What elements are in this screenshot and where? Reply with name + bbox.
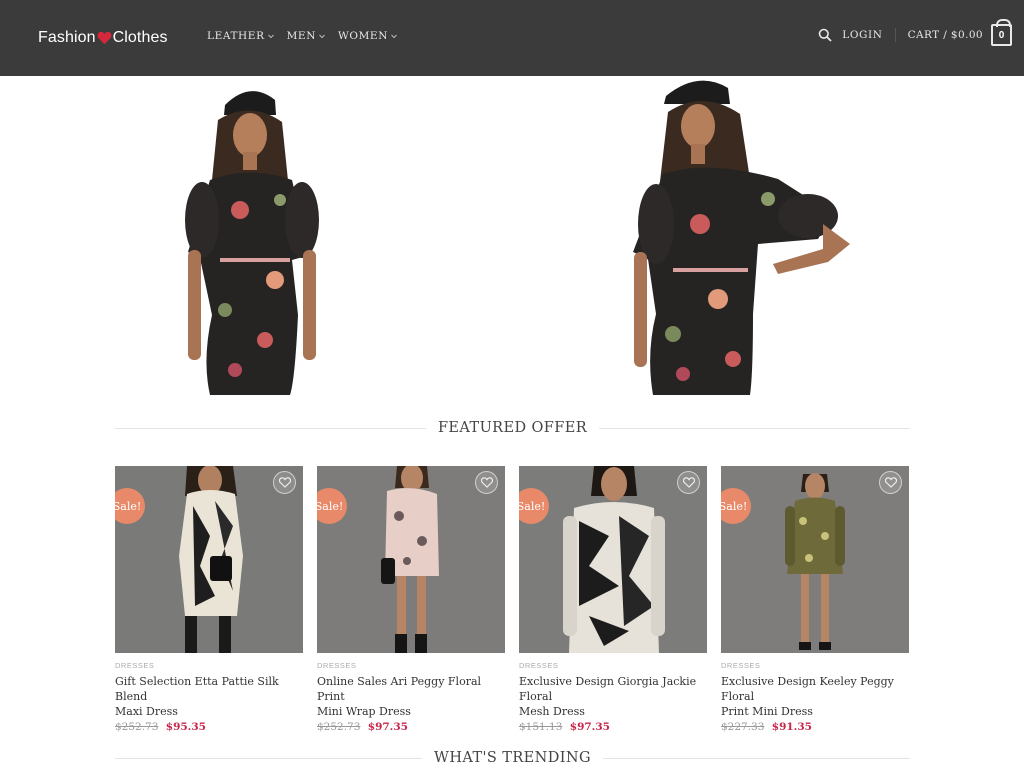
chevron-down-icon [391, 34, 397, 39]
product-name[interactable]: Online Sales Ari Peggy Floral Print Mini… [317, 674, 505, 719]
wishlist-button[interactable] [475, 471, 498, 494]
product-name-line: Maxi Dress [115, 705, 178, 718]
hero-image-left [180, 80, 330, 395]
product-photo [317, 466, 505, 653]
header-divider [894, 28, 896, 42]
search-icon[interactable] [818, 28, 832, 42]
login-link[interactable]: LOGIN [842, 29, 882, 41]
nav-label: MEN [286, 30, 316, 42]
wishlist-heart-icon [480, 477, 493, 488]
nav-item-women[interactable]: WOMEN [338, 30, 398, 42]
old-price: $227.33 [721, 721, 765, 733]
cart-count: 0 [998, 29, 1005, 41]
sale-price: $91.35 [771, 721, 812, 733]
product-name-line: Print Mini Dress [721, 705, 813, 718]
product-name-line: Mini Wrap Dress [317, 705, 411, 718]
product-card[interactable]: Sale! DRESSES Exclusive Design Giorgia J… [519, 466, 707, 733]
product-name-line: Mesh Dress [519, 705, 585, 718]
title-line [115, 427, 426, 429]
wishlist-heart-icon [278, 477, 291, 488]
old-price: $252.73 [115, 721, 159, 733]
site-header: Fashion Clothes LEATHER MEN WOMEN LOGIN … [0, 0, 1024, 76]
product-name-line: Exclusive Design Giorgia Jackie Floral [519, 675, 697, 703]
product-category[interactable]: DRESSES [721, 661, 909, 670]
product-price: $252.73 $97.35 [317, 721, 505, 733]
nav-label: LEATHER [207, 30, 265, 42]
chevron-down-icon [319, 34, 325, 39]
product-image[interactable]: Sale! [317, 466, 505, 653]
header-right: LOGIN CART / $0.00 0 [818, 19, 1012, 46]
logo-text-right: Clothes [112, 29, 168, 46]
cart-icon[interactable]: 0 [991, 19, 1012, 46]
product-photo [519, 466, 707, 653]
product-category[interactable]: DRESSES [519, 661, 707, 670]
product-image[interactable]: Sale! [519, 466, 707, 653]
wishlist-heart-icon [682, 477, 695, 488]
title-line [599, 427, 911, 429]
hero-image-right [628, 74, 853, 395]
product-image[interactable]: Sale! [115, 466, 303, 653]
product-price: $151.13 $97.35 [519, 721, 707, 733]
product-image[interactable]: Sale! [721, 466, 909, 653]
product-card[interactable]: Sale! DRESSES Gift Selection Etta Pattie… [115, 466, 303, 733]
sale-price: $97.35 [367, 721, 408, 733]
nav-item-men[interactable]: MEN [287, 30, 326, 42]
nav-item-leather[interactable]: LEATHER [207, 30, 275, 42]
title-line [602, 757, 911, 759]
wishlist-button[interactable] [677, 471, 700, 494]
product-name[interactable]: Gift Selection Etta Pattie Silk Blend Ma… [115, 674, 303, 719]
sale-price: $97.35 [569, 721, 610, 733]
site-logo[interactable]: Fashion Clothes [38, 26, 168, 50]
product-name-line: Gift Selection Etta Pattie Silk Blend [115, 675, 279, 703]
cart-link[interactable]: CART / $0.00 [908, 29, 983, 41]
sale-price: $95.35 [165, 721, 206, 733]
old-price: $252.73 [317, 721, 361, 733]
section-title-text: FEATURED OFFER [437, 420, 588, 436]
section-title-text: WHAT'S TRENDING [434, 750, 591, 766]
product-name-line: Exclusive Design Keeley Peggy Floral [721, 675, 894, 703]
wishlist-button[interactable] [273, 471, 296, 494]
featured-offer-heading: FEATURED OFFER [115, 418, 911, 438]
old-price: $151.13 [519, 721, 563, 733]
product-photo [115, 466, 303, 653]
title-line [115, 757, 423, 759]
product-name-line: Online Sales Ari Peggy Floral Print [317, 675, 482, 703]
product-category[interactable]: DRESSES [115, 661, 303, 670]
product-card[interactable]: Sale! DRESSES Online Sales Ari Peggy Flo… [317, 466, 505, 733]
logo-text-left: Fashion [38, 29, 96, 46]
heart-logo-icon [97, 31, 112, 45]
product-price: $252.73 $95.35 [115, 721, 303, 733]
product-price: $227.33 $91.35 [721, 721, 909, 733]
wishlist-heart-icon [884, 477, 897, 488]
wishlist-button[interactable] [879, 471, 902, 494]
main-nav: LEATHER MEN WOMEN [207, 30, 398, 42]
product-card[interactable]: Sale! DRESSES Exclusive Design Keeley Pe… [721, 466, 909, 733]
chevron-down-icon [267, 34, 274, 39]
nav-label: WOMEN [337, 30, 388, 42]
product-name[interactable]: Exclusive Design Giorgia Jackie Floral M… [519, 674, 707, 719]
product-category[interactable]: DRESSES [317, 661, 505, 670]
product-name[interactable]: Exclusive Design Keeley Peggy Floral Pri… [721, 674, 909, 719]
product-photo [721, 466, 909, 653]
whats-trending-heading: WHAT'S TRENDING [115, 748, 911, 768]
